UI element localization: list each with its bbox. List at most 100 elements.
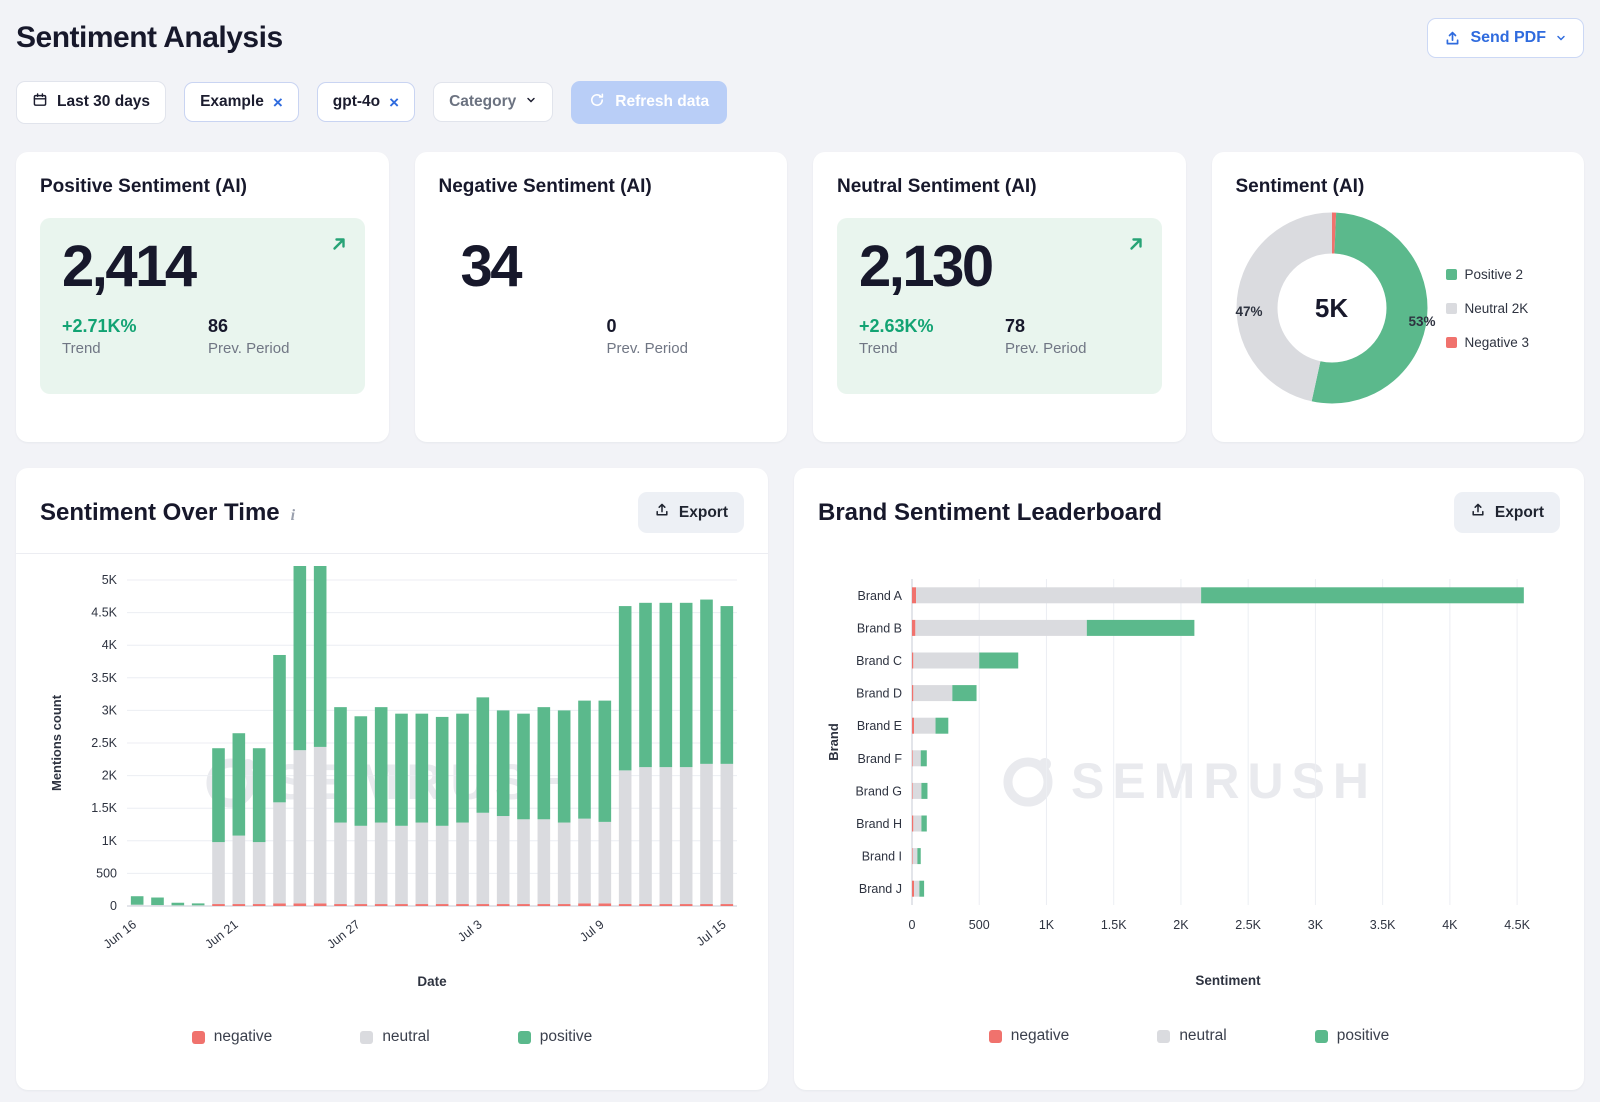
bar-segment-neutral	[558, 823, 571, 905]
negative-sentiment-card: Negative Sentiment (AI) 34 0 Prev. Perio…	[415, 152, 788, 442]
export-icon	[654, 502, 670, 523]
donut-title: Sentiment (AI)	[1236, 176, 1561, 198]
bar-segment-positive	[660, 603, 673, 767]
sentiment-over-time-chart: SEMRUSH 05001K1.5K2K2.5K3K3.5K4K4.5K5KJu…	[16, 554, 768, 1072]
bar-segment-neutral	[619, 770, 632, 904]
bar-segment-negative	[912, 783, 913, 799]
bar-segment-negative	[639, 904, 652, 906]
chart-text: 2K	[102, 769, 118, 783]
kpi-trend: +2.71K% Trend	[62, 316, 208, 357]
chart-text: Brand J	[859, 882, 902, 896]
chart-text: 1.5K	[91, 801, 117, 815]
bar-segment-negative	[456, 904, 469, 906]
send-pdf-label: Send PDF	[1470, 29, 1546, 47]
prev-label: Prev. Period	[208, 340, 289, 357]
bar-segment-positive	[273, 655, 286, 802]
chart-text: 0	[909, 918, 916, 932]
bar-segment-neutral	[375, 823, 388, 905]
kpi-panel: 2,414 +2.71K% Trend 86 Prev. Period	[40, 218, 365, 394]
bar-segment-positive	[314, 566, 327, 747]
bar-segment-positive	[517, 714, 530, 820]
export-button[interactable]: Export	[638, 492, 744, 533]
bar-segment-negative	[294, 903, 307, 906]
category-dropdown[interactable]: Category	[433, 82, 553, 122]
bar-segment-positive	[936, 718, 949, 734]
bar-segment-negative	[912, 620, 915, 636]
bar-segment-neutral	[599, 822, 612, 904]
trend-value: +2.63K%	[859, 316, 1005, 337]
bar-segment-neutral	[192, 905, 205, 906]
neutral-swatch-icon	[1446, 303, 1457, 314]
refresh-icon	[589, 92, 605, 113]
filter-chip-gpt-4o[interactable]: gpt-4o ×	[317, 82, 415, 122]
stacked-hbar-chart: 05001K1.5K2K2.5K3K3.5K4K4.5KBrand ABrand…	[816, 565, 1562, 1017]
bar-segment-neutral	[395, 826, 408, 904]
bar-segment-negative	[912, 848, 913, 864]
bar-segment-negative	[395, 904, 408, 906]
bar-segment-neutral	[294, 750, 307, 903]
bar-segment-positive	[151, 898, 164, 905]
bar-segment-neutral	[314, 747, 327, 903]
bar-segment-positive	[578, 701, 591, 819]
bar-segment-neutral	[334, 823, 347, 905]
bar-segment-negative	[700, 904, 713, 906]
chart-text: 1K	[102, 834, 118, 848]
positive-percent-label: 53%	[1408, 314, 1435, 329]
export-button[interactable]: Export	[1454, 492, 1560, 533]
bar-segment-negative	[578, 903, 591, 906]
bar-segment-negative	[334, 904, 347, 906]
bar-segment-negative	[721, 904, 734, 906]
neutral-swatch-icon	[360, 1031, 373, 1044]
chart-text: 500	[96, 866, 117, 880]
bar-segment-neutral	[172, 905, 185, 906]
chart-legend: negative neutral positive	[24, 1018, 760, 1072]
prev-label: Prev. Period	[1005, 340, 1086, 357]
send-pdf-button[interactable]: Send PDF	[1427, 18, 1584, 58]
export-icon	[1470, 502, 1486, 523]
refresh-data-button[interactable]: Refresh data	[571, 81, 727, 124]
legend-item-neutral: neutral	[1157, 1027, 1226, 1045]
chart-text: 4.5K	[91, 606, 117, 620]
filter-chip-example[interactable]: Example ×	[184, 82, 299, 122]
chart-text: Brand A	[858, 589, 903, 603]
bar-segment-negative	[517, 904, 530, 906]
kpi-prev: 78 Prev. Period	[1005, 316, 1086, 357]
chart-text: Brand B	[857, 621, 902, 635]
chart-text: Brand E	[857, 719, 902, 733]
donut-content: 5K 47% 53% Positive 2 Neutral 2K	[1236, 212, 1561, 404]
bar-segment-neutral	[914, 881, 919, 897]
chart-text: 0	[110, 899, 117, 913]
sentiment-donut-card: Sentiment (AI) 5K 47% 53% Positive 2 Neu…	[1212, 152, 1585, 442]
chart-text: Jun 21	[202, 917, 240, 951]
chart-text: 1K	[1039, 918, 1055, 932]
date-range-label: Last 30 days	[57, 93, 150, 111]
kpi-prev: 86 Prev. Period	[208, 316, 289, 357]
legend-item-negative: negative	[989, 1027, 1070, 1045]
bar-segment-neutral	[913, 653, 979, 669]
chart-title-row: Sentiment Over Time i	[40, 499, 295, 527]
bar-segment-negative	[912, 718, 914, 734]
trend-label: Trend	[859, 340, 1005, 357]
chart-text: 3K	[1308, 918, 1324, 932]
chart-text: Sentiment	[1195, 973, 1261, 988]
close-icon[interactable]: ×	[273, 94, 283, 111]
close-icon[interactable]: ×	[389, 94, 399, 111]
bar-segment-neutral	[131, 905, 144, 906]
bar-segment-positive	[619, 606, 632, 770]
neutral-sentiment-card: Neutral Sentiment (AI) 2,130 +2.63K% Tre…	[813, 152, 1186, 442]
bar-segment-neutral	[913, 685, 952, 701]
chart-text: Jul 3	[455, 917, 484, 944]
date-range-picker[interactable]: Last 30 days	[16, 81, 166, 124]
bar-segment-positive	[921, 750, 927, 766]
refresh-label: Refresh data	[615, 93, 709, 111]
bar-segment-neutral	[517, 819, 530, 904]
kpi-title: Negative Sentiment (AI)	[439, 176, 764, 198]
bar-segment-positive	[192, 903, 205, 905]
info-icon[interactable]: i	[291, 507, 295, 525]
chart-text: Jun 16	[101, 917, 139, 951]
bar-segment-negative	[436, 904, 449, 906]
brand-leaderboard-card: Brand Sentiment Leaderboard Export SEMRU…	[794, 468, 1584, 1090]
bar-segment-neutral	[639, 767, 652, 904]
bar-segment-neutral	[660, 767, 673, 904]
prev-value: 86	[208, 316, 289, 337]
